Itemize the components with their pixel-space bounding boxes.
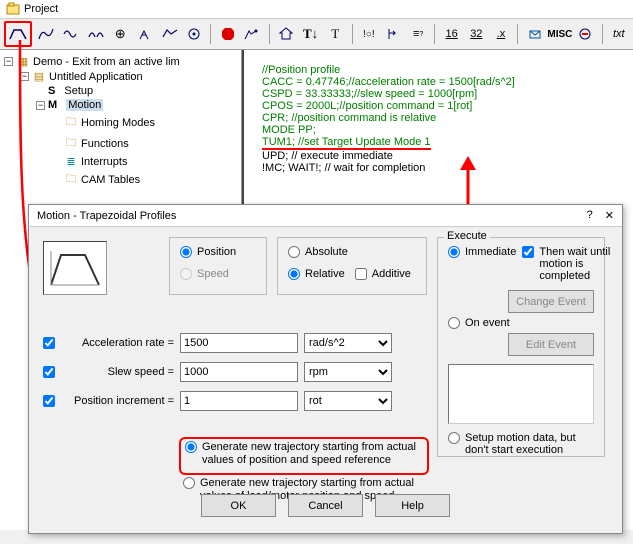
absolute-radio[interactable]: Absolute <box>288 246 416 258</box>
code-line: CACC = 0.47746;//acceleration rate = 150… <box>262 76 515 88</box>
pos-label: Position increment = <box>64 395 174 407</box>
code-line: MODE PP; <box>262 124 515 136</box>
profile-preview-icon <box>43 241 107 295</box>
accel-row: Acceleration rate = rad/s^2 <box>39 333 392 353</box>
relative-radio[interactable]: Relative <box>288 268 345 280</box>
assign-button[interactable]: ≡? <box>408 23 429 45</box>
slew-input[interactable] <box>180 362 298 382</box>
event-list <box>448 364 594 424</box>
code-line: //Position profile <box>262 64 515 76</box>
change-event-button: Change Event <box>508 290 594 313</box>
slew-unit-select[interactable]: rpm <box>304 362 392 382</box>
window-title-bar: Project <box>0 0 633 19</box>
ok-button[interactable]: OK <box>201 494 276 517</box>
mode-group: Position Speed <box>169 237 267 295</box>
pos-row: Position increment = rot <box>39 391 392 411</box>
dialog-title: Motion - Trapezoidal Profiles <box>37 210 176 222</box>
time-button[interactable]: T <box>325 23 346 45</box>
slew-row: Slew speed = rpm <box>39 362 392 382</box>
contour-button[interactable]: T↓ <box>300 23 321 45</box>
code-line: CPOS = 2000L;//position command = 1[rot] <box>262 100 515 112</box>
free-text-button[interactable]: txt <box>608 23 629 45</box>
motor-button[interactable] <box>184 23 205 45</box>
immediate-label: Immediate <box>465 246 516 258</box>
wait-label: Then wait until motion is completed <box>539 246 613 282</box>
dialog-title-bar: Motion - Trapezoidal Profiles ? ✕ <box>29 205 622 227</box>
float-button[interactable]: .x <box>491 23 512 45</box>
on-event-radio[interactable]: On event <box>448 317 594 329</box>
interrupt-button[interactable] <box>575 23 596 45</box>
edit-event-button: Edit Event <box>508 333 594 356</box>
stop-button[interactable] <box>217 23 238 45</box>
speed-radio: Speed <box>180 268 256 280</box>
jump-button[interactable] <box>383 23 404 45</box>
gen1-highlight: Generate new trajectory starting from ac… <box>179 437 429 475</box>
code-line: CSPD = 33.33333;//slew speed = 1000[rpm] <box>262 88 515 100</box>
execute-group: Execute Immediate Then wait until motion… <box>437 237 605 457</box>
accel-input[interactable] <box>180 333 298 353</box>
accel-unit-select[interactable]: rad/s^2 <box>304 333 392 353</box>
code-line-highlighted: TUM1; //set Target Update Mode 1 <box>262 136 431 150</box>
pos-input[interactable] <box>180 391 298 411</box>
pos-unit-select[interactable]: rot <box>304 391 392 411</box>
setup-only-label: Setup motion data, but don't start execu… <box>465 432 594 456</box>
trapezoidal-dialog: Motion - Trapezoidal Profiles ? ✕ Positi… <box>28 204 623 534</box>
dialog-buttons: OK Cancel Help <box>29 494 622 517</box>
additive-label: Additive <box>372 268 411 280</box>
cancel-button[interactable]: Cancel <box>288 494 363 517</box>
position-label: Position <box>197 246 236 258</box>
send-button[interactable] <box>524 23 545 45</box>
position-radio[interactable]: Position <box>180 246 256 258</box>
homing-button[interactable] <box>276 23 297 45</box>
misc-button[interactable]: MISC <box>549 23 571 45</box>
on-event-label: On event <box>465 317 510 329</box>
relative-label: Relative <box>305 268 345 280</box>
dialog-close-icon[interactable]: ✕ <box>605 209 614 222</box>
data32-button[interactable]: 32 <box>466 23 487 45</box>
absolute-label: Absolute <box>305 246 348 258</box>
io-button[interactable]: !○! <box>359 23 380 45</box>
slew-label: Slew speed = <box>64 366 174 378</box>
speed-label: Speed <box>197 268 229 280</box>
setup-only-radio[interactable]: Setup motion data, but don't start execu… <box>448 432 594 456</box>
help-button[interactable]: Help <box>375 494 450 517</box>
reference-group: Absolute Relative Additive <box>277 237 427 295</box>
data16-button[interactable]: 16 <box>441 23 462 45</box>
arrow-up-icon <box>454 156 484 208</box>
pos-check[interactable] <box>43 395 55 407</box>
immediate-radio[interactable]: Immediate <box>448 246 516 258</box>
dialog-help-icon[interactable]: ? <box>587 209 593 222</box>
window-title: Project <box>24 3 58 15</box>
gen-reference-radio[interactable]: Generate new trajectory starting from ac… <box>185 441 423 467</box>
additive-check[interactable]: Additive <box>355 268 411 280</box>
wait-check[interactable]: Then wait until motion is completed <box>522 246 613 282</box>
gen1-label: Generate new trajectory starting from ac… <box>202 441 423 467</box>
execute-legend: Execute <box>444 230 490 242</box>
position-trigger-button[interactable] <box>242 23 263 45</box>
accel-check[interactable] <box>43 337 55 349</box>
code-line: CPR; //position command is relative <box>262 112 515 124</box>
project-icon <box>6 2 20 16</box>
dialog-body: Position Speed Absolute Relative Additiv… <box>29 227 622 527</box>
slew-check[interactable] <box>43 366 55 378</box>
accel-label: Acceleration rate = <box>64 337 174 349</box>
